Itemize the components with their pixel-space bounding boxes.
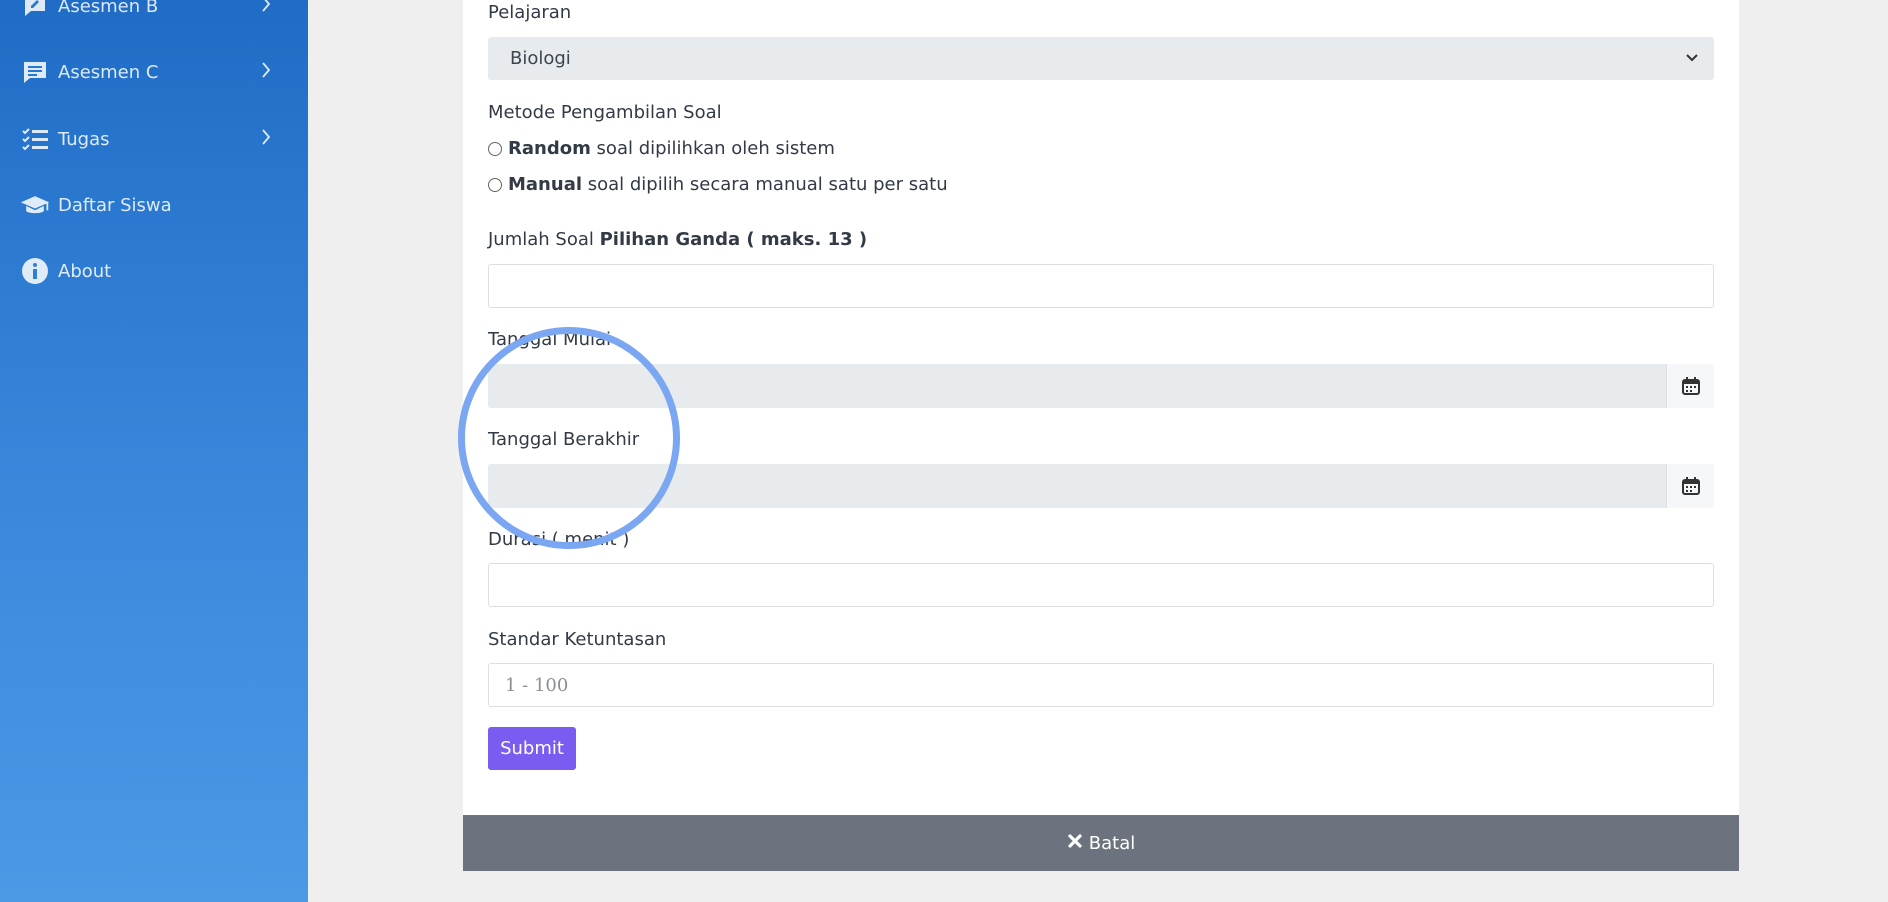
pelajaran-label: Pelajaran xyxy=(488,2,572,23)
chevron-right-icon xyxy=(260,0,272,19)
submit-button[interactable]: Submit xyxy=(488,727,576,770)
close-icon xyxy=(1067,833,1083,854)
jumlah-soal-bold: Pilihan Ganda ( maks. 13 ) xyxy=(599,229,868,250)
message-icon xyxy=(20,57,50,87)
info-icon xyxy=(20,256,50,286)
calendar-icon[interactable] xyxy=(1666,364,1714,408)
pelajaran-select[interactable]: Biologi xyxy=(488,37,1714,80)
checklist-icon xyxy=(20,124,50,154)
radio-manual-option[interactable]: Manual soal dipilih secara manual satu p… xyxy=(488,174,948,195)
sidebar-item-daftar-siswa[interactable]: Daftar Siswa xyxy=(20,185,288,225)
sidebar: Asesmen B Asesmen C Tugas Daftar Siswa A… xyxy=(0,0,308,902)
radio-random[interactable] xyxy=(488,141,502,156)
sidebar-item-label: Tugas xyxy=(58,128,110,150)
radio-manual-bold: Manual xyxy=(508,174,583,195)
standar-ketuntasan-placeholder: 1 - 100 xyxy=(505,674,569,696)
radio-random-bold: Random xyxy=(508,138,591,159)
sidebar-item-asesmen-b[interactable]: Asesmen B xyxy=(20,0,288,26)
tanggal-mulai-input[interactable] xyxy=(488,364,1714,408)
jumlah-soal-input[interactable] xyxy=(488,264,1714,308)
durasi-label: Durasi ( menit ) xyxy=(488,529,630,550)
standar-ketuntasan-input[interactable]: 1 - 100 xyxy=(488,663,1714,707)
radio-manual[interactable] xyxy=(488,177,502,192)
jumlah-soal-prefix: Jumlah Soal xyxy=(488,229,600,250)
graduation-cap-icon xyxy=(20,190,50,220)
sidebar-item-about[interactable]: About xyxy=(20,251,288,291)
sidebar-item-asesmen-c[interactable]: Asesmen C xyxy=(20,52,288,92)
radio-random-text: soal dipilihkan oleh sistem xyxy=(590,138,835,159)
sidebar-item-label: Daftar Siswa xyxy=(58,194,172,216)
sidebar-item-tugas[interactable]: Tugas xyxy=(20,119,288,159)
cancel-label: Batal xyxy=(1088,832,1136,854)
cancel-button[interactable]: Batal xyxy=(463,815,1739,871)
tanggal-berakhir-label: Tanggal Berakhir xyxy=(488,429,640,450)
pelajaran-selected-value: Biologi xyxy=(510,48,571,69)
chevron-right-icon xyxy=(260,60,272,85)
standar-ketuntasan-label: Standar Ketuntasan xyxy=(488,629,667,650)
chevron-right-icon xyxy=(260,127,272,152)
tanggal-berakhir-input[interactable] xyxy=(488,464,1714,508)
calendar-icon[interactable] xyxy=(1666,464,1714,508)
chevron-down-icon xyxy=(1684,50,1700,71)
jumlah-soal-label: Jumlah Soal Pilihan Ganda ( maks. 13 ) xyxy=(488,229,867,250)
tanggal-mulai-label: Tanggal Mulai xyxy=(488,329,612,350)
radio-random-option[interactable]: Random soal dipilihkan oleh sistem xyxy=(488,138,835,159)
metode-label: Metode Pengambilan Soal xyxy=(488,102,722,123)
sidebar-item-label: Asesmen B xyxy=(58,0,159,17)
edit-chat-icon xyxy=(20,0,50,21)
sidebar-item-label: Asesmen C xyxy=(58,61,159,83)
durasi-input[interactable] xyxy=(488,563,1714,607)
radio-manual-text: soal dipilih secara manual satu per satu xyxy=(582,174,948,195)
sidebar-item-label: About xyxy=(58,260,112,282)
